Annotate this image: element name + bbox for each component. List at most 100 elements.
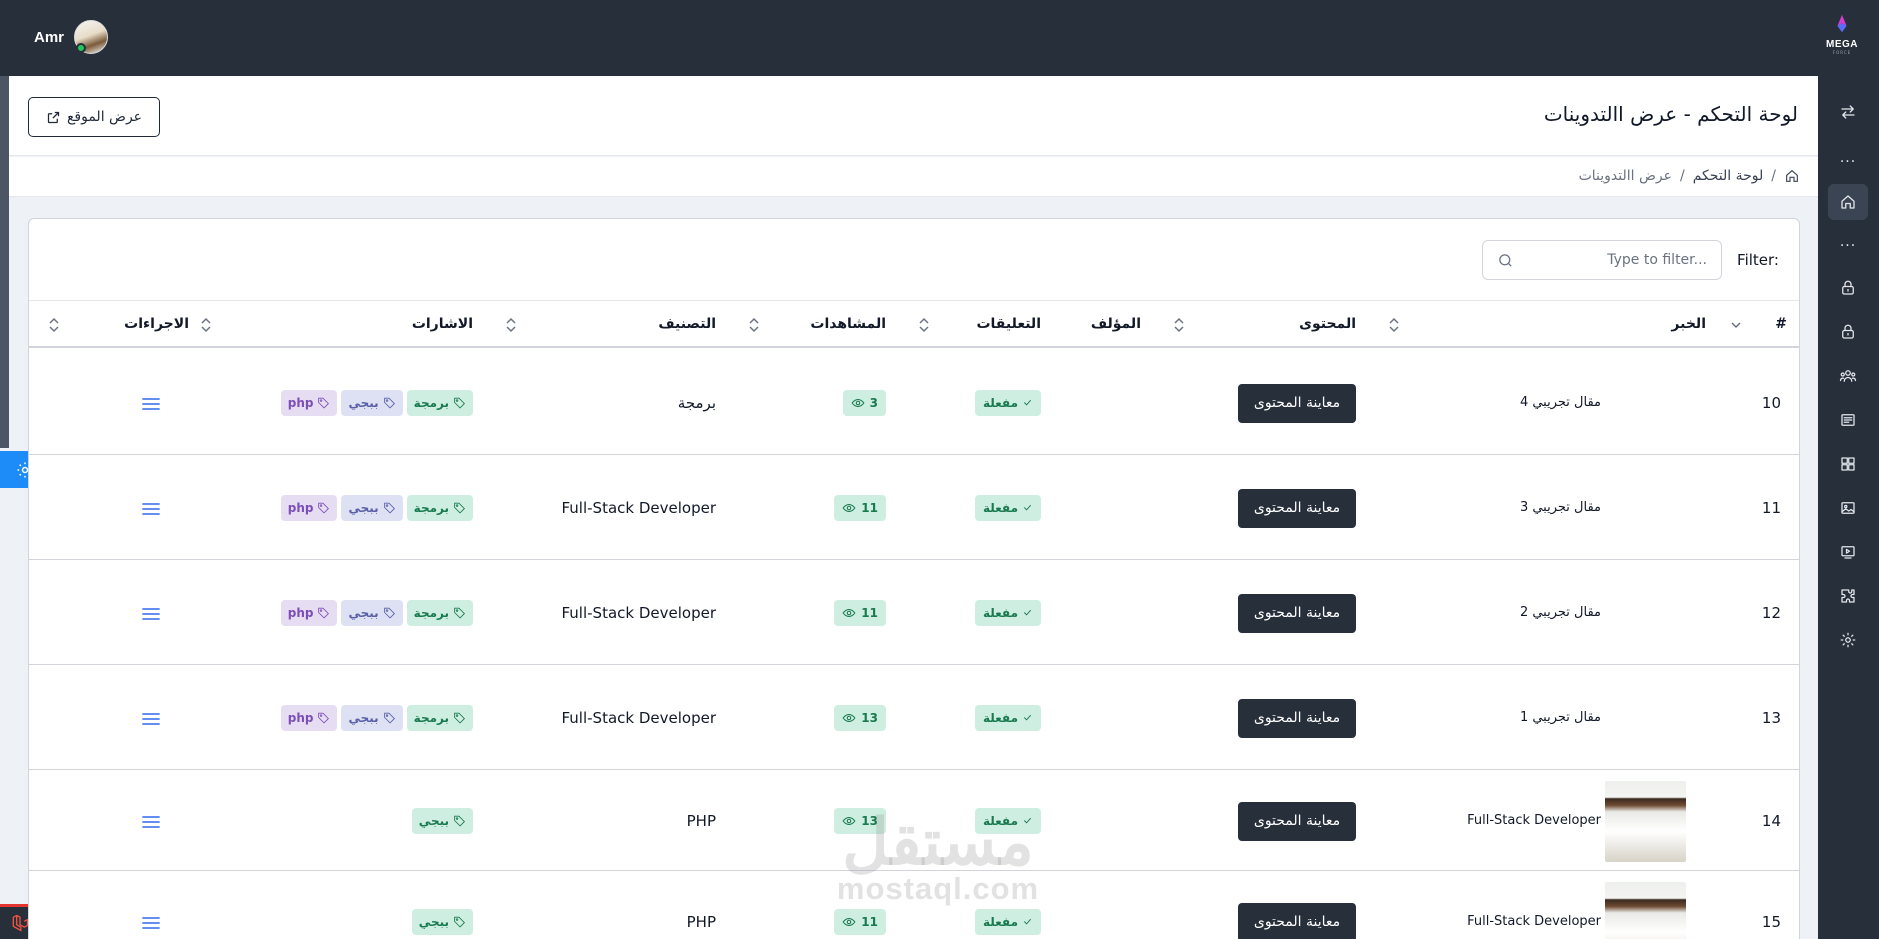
column-header-views[interactable]: المشاهدات [810,316,886,332]
post-category: Full-Stack Developer [561,498,716,517]
preview-content-button[interactable]: معاينة المحتوى [1238,698,1356,738]
tag-badge[interactable]: ببجي [411,908,473,935]
sort-icon[interactable] [917,316,931,334]
eye-icon [851,398,865,407]
preview-content-button[interactable]: معاينة المحتوى [1238,488,1356,528]
sort-active-icon[interactable] [1729,316,1743,334]
comments-status-badge: مفعلة [974,389,1041,416]
brand-logo[interactable]: MEGA FORCE [1821,13,1863,61]
breadcrumb-home-link[interactable]: لوحة التحكم [1693,168,1764,184]
sidebar-item-videos[interactable] [1828,534,1868,570]
user-menu[interactable]: Amr [34,20,109,54]
views-badge: 13 [834,704,886,731]
sidebar-toggle-button[interactable] [1828,94,1868,130]
avatar[interactable] [74,20,109,54]
column-header-content[interactable]: المحتوى [1299,316,1356,332]
column-header-number[interactable]: # [1775,316,1787,332]
sidebar-item-plugins[interactable] [1828,578,1868,614]
tag-badge[interactable]: ببجي [341,389,403,416]
tag-badge[interactable]: ببجي [341,599,403,626]
row-actions-button[interactable] [142,711,160,730]
tag-badge[interactable]: ببجي [341,704,403,731]
check-icon [1023,399,1032,406]
sidebar-item-settings[interactable] [1828,622,1868,658]
tag-badge[interactable]: php [280,704,338,731]
sidebar-item-locked-2[interactable] [1828,314,1868,350]
column-header-news[interactable]: الخبر [1671,316,1706,332]
sidebar-item-media[interactable] [1828,490,1868,526]
views-count: 11 [861,605,878,620]
filter-label: Filter: [1737,251,1779,269]
tag-badge[interactable]: ببجي [341,494,403,521]
filter-input[interactable] [1527,241,1707,279]
sidebar-item-locked-1[interactable] [1828,270,1868,306]
tag-icon [318,397,330,409]
views-badge: 3 [842,389,886,416]
tag-badge[interactable]: php [280,494,338,521]
tag-label: php [287,710,314,725]
preview-content-button[interactable]: معاينة المحتوى [1238,593,1356,633]
filter-box[interactable] [1482,240,1722,280]
row-actions-button[interactable] [142,606,160,625]
tag-icon [383,397,395,409]
preview-content-button[interactable]: معاينة المحتوى [1238,801,1356,841]
tag-badge[interactable]: برمجة [406,494,473,521]
views-badge: 11 [834,494,886,521]
scrollbar[interactable] [0,76,9,448]
sort-icon[interactable] [747,316,761,334]
views-badge: 11 [834,599,886,626]
sort-icon[interactable] [199,316,213,334]
home-icon[interactable] [1784,168,1800,184]
column-header-tags[interactable]: الاشارات [412,316,473,332]
top-navbar: Amr MEGA FORCE [0,0,1879,76]
column-header-comments[interactable]: التعليقات [976,316,1041,332]
row-number: 13 [1761,708,1781,727]
tag-label: php [287,500,314,515]
tag-badge[interactable]: برمجة [406,704,473,731]
row-actions-button[interactable] [142,396,160,415]
column-header-actions[interactable]: الاجراءات [124,316,189,332]
sidebar-item-dashboard[interactable] [1828,184,1868,220]
comments-status-badge: مفعلة [974,704,1041,731]
more-dots-icon: ··· [1839,154,1857,170]
check-icon [1023,714,1032,721]
sort-toggle-icon [1174,317,1184,333]
post-category: Full-Stack Developer [561,708,716,727]
sidebar-item-users[interactable] [1828,358,1868,394]
tag-label: php [287,605,314,620]
row-actions-button[interactable] [142,915,160,934]
sort-icon[interactable] [47,316,61,334]
comments-status-badge: مفعلة [974,599,1041,626]
tag-badge[interactable]: php [280,389,338,416]
tag-label: ببجي [348,710,379,725]
view-site-label: عرض الموقع [66,109,143,125]
breadcrumb-current: عرض االتدوينات [1578,168,1672,184]
sort-icon[interactable] [1172,316,1186,334]
tag-badge[interactable]: برمجة [406,599,473,626]
comments-status-label: مفعلة [982,605,1018,620]
sort-icon[interactable] [1387,316,1401,334]
column-header-category[interactable]: التصنيف [658,316,716,332]
breadcrumb-separator: / [1679,168,1685,184]
sort-icon[interactable] [504,316,518,334]
sidebar-item-posts[interactable] [1828,402,1868,438]
row-actions-button[interactable] [142,814,160,833]
preview-content-button[interactable]: معاينة المحتوى [1238,383,1356,423]
tag-icon [383,712,395,724]
tag-label: ببجي [418,813,449,828]
tag-icon [383,607,395,619]
preview-content-button[interactable]: معاينة المحتوى [1238,902,1356,939]
view-site-button[interactable]: عرض الموقع [28,97,160,137]
table-row: 13+1000مقال تجريبي 1معاينة المحتوىمفعلة1… [29,665,1799,770]
column-header-author[interactable]: المؤلف [1091,316,1141,332]
sidebar-section-divider: ··· [1828,144,1868,180]
sidebar-item-categories[interactable] [1828,446,1868,482]
row-actions-button[interactable] [142,501,160,520]
tag-badge[interactable]: php [280,599,338,626]
tag-badge[interactable]: برمجة [406,389,473,416]
tag-badge[interactable]: ببجي [411,807,473,834]
tag-icon [318,502,330,514]
article-icon [1841,414,1855,426]
table-row: 10+1000مقال تجريبي 4معاينة المحتوىمفعلة3… [29,350,1799,455]
tag-label: ببجي [348,605,379,620]
